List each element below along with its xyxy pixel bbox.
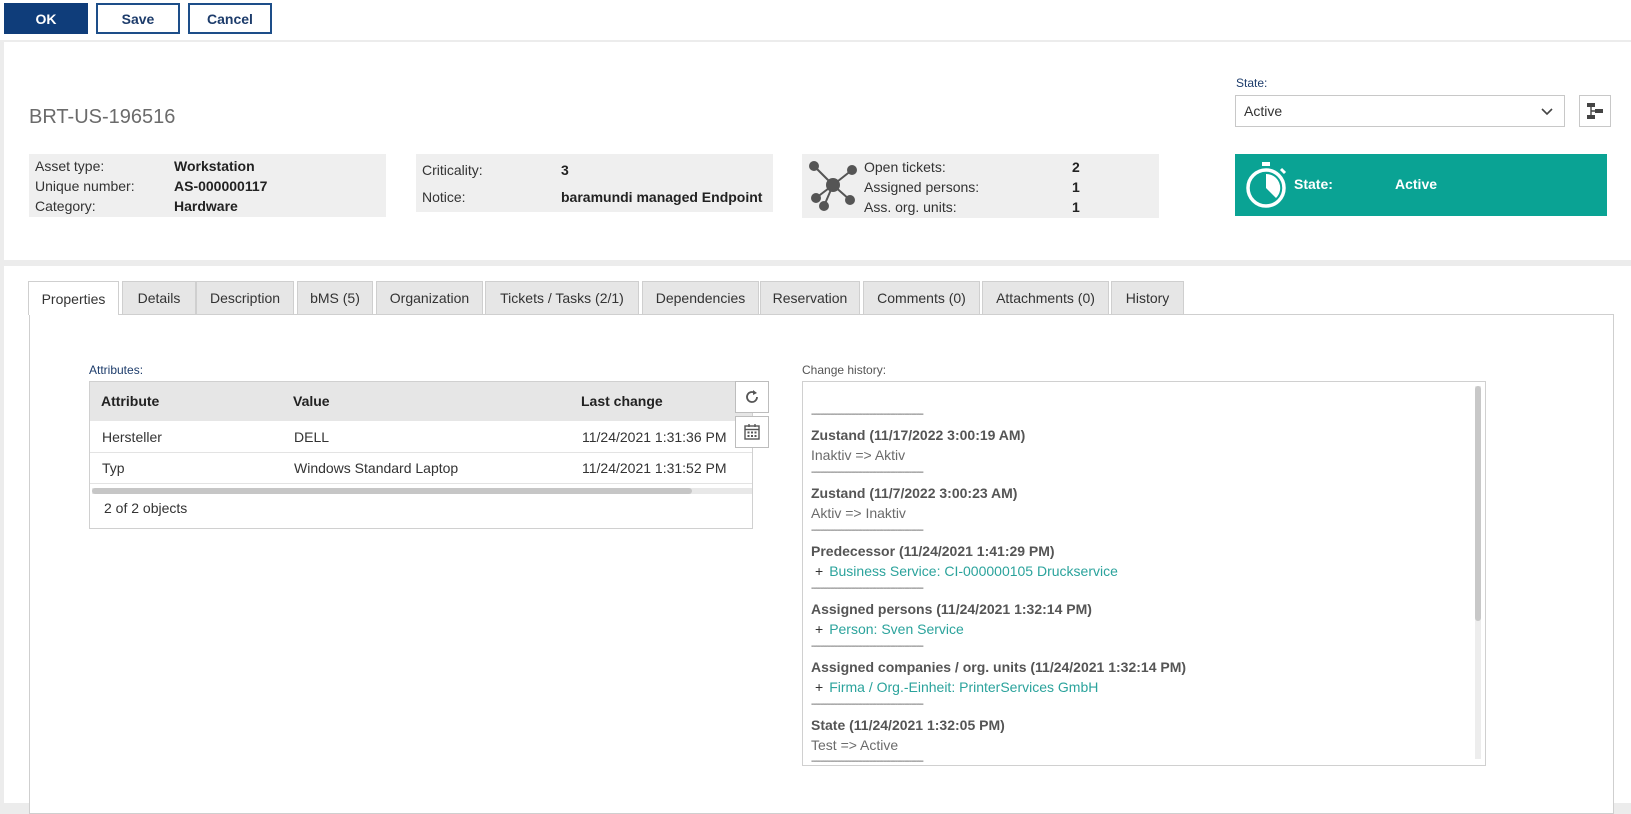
calendar-icon <box>744 424 760 440</box>
scrollbar-thumb[interactable] <box>1475 386 1481 621</box>
relations-box: Open tickets: 2 Assigned persons: 1 Ass.… <box>802 154 1159 218</box>
state-label: State: <box>1236 76 1268 90</box>
column-header-value[interactable]: Value <box>293 382 330 421</box>
history-separator: ----------------------------------------… <box>811 756 924 766</box>
criticality-value: 3 <box>561 162 569 178</box>
history-entry-title: State (11/24/2021 1:32:05 PM) <box>811 717 1005 733</box>
assigned-persons-label: Assigned persons: <box>864 179 980 195</box>
attributes-label: Attributes: <box>89 363 144 377</box>
history-separator: ----------------------------------------… <box>811 699 924 710</box>
history-entry-text: Aktiv => Inaktiv <box>811 505 906 521</box>
vertical-scrollbar[interactable] <box>1475 386 1481 759</box>
tab-description[interactable]: Description <box>196 281 294 314</box>
plus-icon: + <box>815 563 824 579</box>
table-cell: Hersteller <box>102 429 162 445</box>
tab-organization[interactable]: Organization <box>376 281 483 314</box>
table-cell: Windows Standard Laptop <box>294 460 459 476</box>
history-link[interactable]: Person: Sven Service <box>829 621 964 637</box>
history-link[interactable]: Business Service: CI-000000105 Druckserv… <box>829 563 1118 579</box>
tab-comments[interactable]: Comments (0) <box>863 281 980 314</box>
table-row[interactable]: Hersteller DELL 11/24/2021 1:31:36 PM <box>90 422 752 453</box>
history-entry-title: Assigned companies / org. units (11/24/2… <box>811 659 1187 675</box>
assigned-persons-value: 1 <box>1072 179 1080 195</box>
cancel-button[interactable]: Cancel <box>188 3 272 34</box>
history-entry-title: Zustand (11/7/2022 3:00:23 AM) <box>811 485 1018 501</box>
open-tickets-value: 2 <box>1072 159 1080 175</box>
table-cell: 11/24/2021 1:31:52 PM <box>582 460 727 476</box>
main-panel: Properties Details Description bMS (5) O… <box>4 266 1631 814</box>
state-tile-value: Active <box>1395 176 1438 192</box>
calendar-button[interactable] <box>735 416 769 448</box>
page-title: BRT-US-196516 <box>29 106 176 128</box>
org-units-label: Ass. org. units: <box>864 199 957 215</box>
tab-history[interactable]: History <box>1111 281 1184 314</box>
history-entry-link-row: + Firma / Org.-Einheit: PrinterServices G… <box>815 679 1098 695</box>
tab-dependencies[interactable]: Dependencies <box>642 281 759 314</box>
state-tile: State: Active <box>1235 154 1607 216</box>
tab-bms[interactable]: bMS (5) <box>297 281 373 314</box>
asset-type-value: Workstation <box>174 158 255 174</box>
state-select-value: Active <box>1244 103 1283 119</box>
state-select[interactable]: Active <box>1235 95 1565 127</box>
history-separator: ----------------------------------------… <box>811 583 924 594</box>
change-history-label: Change history: <box>802 363 887 377</box>
history-entry-text: Test => Active <box>811 737 899 753</box>
category-value: Hardware <box>174 198 238 214</box>
table-cell: DELL <box>294 429 330 445</box>
history-separator: ----------------------------------------… <box>811 641 924 652</box>
history-entry-title: Assigned persons (11/24/2021 1:32:14 PM) <box>811 601 1092 617</box>
unique-number-value: AS-000000117 <box>174 178 268 194</box>
tab-reservation[interactable]: Reservation <box>760 281 860 314</box>
asset-info-box: Asset type: Workstation Unique number: A… <box>29 154 386 217</box>
open-tickets-label: Open tickets: <box>864 159 946 175</box>
history-entry-link-row: + Business Service: CI-000000105 Druckser… <box>815 563 1118 579</box>
history-entry-title: Predecessor (11/24/2021 1:41:29 PM) <box>811 543 1055 559</box>
table-cell: 11/24/2021 1:31:36 PM <box>582 429 727 445</box>
save-button[interactable]: Save <box>96 3 180 34</box>
history-entry-title: Zustand (11/17/2022 3:00:19 AM) <box>811 427 1026 443</box>
tab-attachments[interactable]: Attachments (0) <box>982 281 1109 314</box>
history-separator: ----------------------------------------… <box>811 525 924 536</box>
table-row[interactable]: Typ Windows Standard Laptop 11/24/2021 1… <box>90 453 752 484</box>
history-separator: ----------------------------------------… <box>811 467 924 478</box>
criticality-box: Criticality: 3 Notice: baramundi managed… <box>416 154 773 212</box>
criticality-label: Criticality: <box>422 162 483 178</box>
refresh-icon <box>746 390 758 403</box>
org-units-value: 1 <box>1072 199 1080 215</box>
workflow-button[interactable] <box>1579 95 1611 127</box>
scrollbar-thumb[interactable] <box>92 488 692 494</box>
history-entry-link-row: + Person: Sven Service <box>815 621 964 637</box>
table-cell: Typ <box>102 460 125 476</box>
asset-header: BRT-US-196516 State: Active Asset type: … <box>4 42 1631 260</box>
toolbar: OK Save Cancel <box>0 0 1631 40</box>
plus-icon: + <box>815 679 824 695</box>
unique-number-label: Unique number: <box>35 178 135 194</box>
attributes-table: Attribute Value Last change Hersteller D… <box>89 381 753 529</box>
change-history-panel[interactable]: ----------------------------------------… <box>802 381 1486 766</box>
horizontal-scrollbar[interactable] <box>92 488 752 494</box>
table-header: Attribute Value Last change <box>90 382 752 421</box>
plus-icon: + <box>815 621 824 637</box>
notice-label: Notice: <box>422 189 466 205</box>
column-header-last-change[interactable]: Last change <box>581 382 663 421</box>
asset-type-label: Asset type: <box>35 158 105 174</box>
column-header-attribute[interactable]: Attribute <box>101 382 159 421</box>
tab-tickets-tasks[interactable]: Tickets / Tasks (2/1) <box>485 281 639 314</box>
history-entry-text: Inaktiv => Aktiv <box>811 447 906 463</box>
history-link[interactable]: Firma / Org.-Einheit: PrinterServices Gm… <box>829 679 1098 695</box>
history-separator: ----------------------------------------… <box>811 409 924 420</box>
tab-properties[interactable]: Properties <box>28 281 119 315</box>
notice-value: baramundi managed Endpoint <box>561 189 763 205</box>
object-count: 2 of 2 objects <box>104 500 188 516</box>
chevron-down-icon <box>1541 108 1553 116</box>
category-label: Category: <box>35 198 96 214</box>
stopwatch-icon <box>1246 162 1287 208</box>
ok-button[interactable]: OK <box>4 3 88 34</box>
properties-tab-content: Attributes: Attribute Value Last change … <box>29 314 1614 814</box>
tab-details[interactable]: Details <box>122 281 196 314</box>
refresh-button[interactable] <box>735 381 769 413</box>
workflow-icon <box>1587 103 1603 119</box>
network-icon <box>809 161 857 211</box>
state-tile-label: State: <box>1294 176 1333 192</box>
